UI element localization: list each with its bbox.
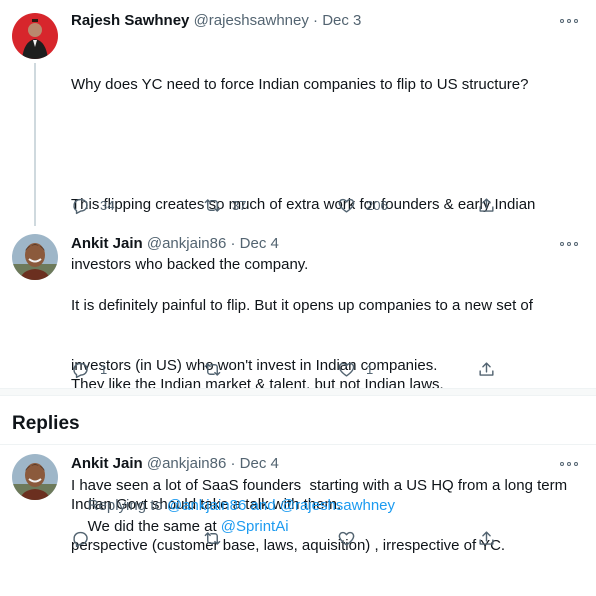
- author-handle[interactable]: @ankjain86: [147, 455, 226, 472]
- author-name[interactable]: Ankit Jain: [71, 235, 143, 252]
- avatar[interactable]: [12, 454, 58, 500]
- tweet-date[interactable]: · Dec 3: [313, 12, 361, 29]
- like-button[interactable]: 1: [337, 359, 373, 379]
- like-button[interactable]: [337, 528, 356, 548]
- like-count: 1: [366, 361, 374, 377]
- retweet-icon: [204, 362, 221, 376]
- tweet-actions: 1 1: [71, 359, 501, 379]
- tweet-text: We did the same at @SprintAi: [71, 497, 571, 557]
- share-button[interactable]: [477, 359, 496, 379]
- share-icon: [479, 361, 494, 376]
- tweet-header: Rajesh Sawhney @rajeshsawhney · Dec 3: [71, 11, 361, 31]
- replies-heading: Replies: [12, 413, 80, 434]
- divider: [0, 395, 596, 396]
- retweet-icon: [204, 531, 221, 545]
- tweet-line: Why does YC need to force Indian compani…: [71, 76, 529, 93]
- retweet-button[interactable]: [203, 359, 232, 379]
- tweet-rajesh[interactable]: Rajesh Sawhney @rajeshsawhney · Dec 3 Wh…: [0, 0, 596, 513]
- reply-count: 34: [100, 197, 115, 213]
- reply-button[interactable]: [71, 528, 90, 548]
- more-icon[interactable]: [560, 18, 578, 24]
- share-button[interactable]: [477, 528, 496, 548]
- thread-line: [34, 63, 36, 226]
- reply-button[interactable]: 1: [71, 359, 107, 379]
- author-handle[interactable]: @ankjain86: [147, 235, 226, 252]
- reply-tweet[interactable]: Ankit Jain @ankjain86 · Dec 4 Replying t…: [0, 445, 596, 557]
- tweet-actions: 34 37 206: [71, 195, 501, 215]
- tweet-header: Ankit Jain @ankjain86 · Dec 4: [71, 234, 279, 254]
- reply-icon: [73, 198, 88, 214]
- like-icon: [338, 531, 355, 546]
- reply-icon: [73, 362, 88, 378]
- like-icon: [338, 198, 355, 213]
- share-button[interactable]: [477, 195, 496, 215]
- avatar[interactable]: [12, 234, 58, 280]
- tweet-line: [71, 416, 571, 436]
- author-name[interactable]: Ankit Jain: [71, 455, 143, 472]
- author-handle[interactable]: @rajeshsawhney: [194, 12, 309, 29]
- more-icon[interactable]: [560, 461, 578, 467]
- reply-icon: [73, 531, 88, 547]
- reply-button[interactable]: 34: [71, 195, 114, 215]
- retweet-button[interactable]: 37: [203, 195, 246, 215]
- like-icon: [338, 362, 355, 377]
- tweet-ankit[interactable]: Ankit Jain @ankjain86 · Dec 4 It is defi…: [0, 226, 596, 554]
- tweet-date[interactable]: · Dec 4: [230, 455, 278, 472]
- tweet-date[interactable]: · Dec 4: [230, 235, 278, 252]
- tweet-line: [71, 135, 571, 155]
- avatar[interactable]: [12, 13, 58, 59]
- retweet-button[interactable]: [203, 528, 222, 548]
- retweet-icon: [204, 198, 221, 212]
- tweet-header: Ankit Jain @ankjain86 · Dec 4: [71, 454, 279, 474]
- share-icon: [479, 530, 494, 545]
- tweet-actions: [71, 528, 501, 548]
- like-count: 206: [366, 197, 388, 213]
- like-button[interactable]: 206: [337, 195, 388, 215]
- tweet-line: It is definitely painful to flip. But it…: [71, 297, 533, 314]
- author-name[interactable]: Rajesh Sawhney: [71, 12, 189, 29]
- more-icon[interactable]: [560, 241, 578, 247]
- share-icon: [479, 197, 494, 212]
- retweet-count: 37: [232, 197, 247, 213]
- reply-count: 1: [100, 361, 108, 377]
